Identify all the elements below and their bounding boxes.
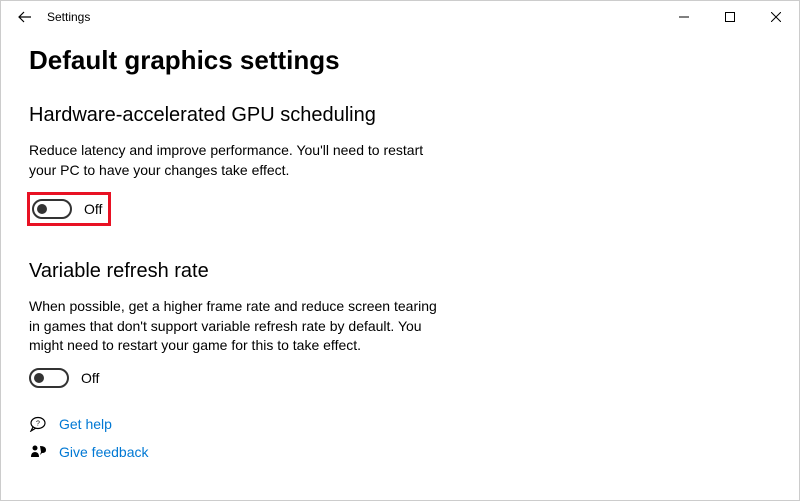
- get-help-link[interactable]: Get help: [59, 416, 112, 432]
- toggle-knob-icon: [34, 373, 44, 383]
- give-feedback-link[interactable]: Give feedback: [59, 444, 149, 460]
- titlebar: Settings: [1, 1, 799, 33]
- minimize-icon: [679, 12, 689, 22]
- page-title: Default graphics settings: [29, 45, 771, 76]
- vrr-heading: Variable refresh rate: [29, 260, 771, 283]
- give-feedback-row: Give feedback: [29, 444, 771, 460]
- vrr-description: When possible, get a higher frame rate a…: [29, 297, 439, 356]
- gpu-scheduling-toggle[interactable]: [32, 199, 72, 219]
- get-help-row: ? Get help: [29, 416, 771, 432]
- close-button[interactable]: [753, 1, 799, 33]
- gpu-scheduling-heading: Hardware-accelerated GPU scheduling: [29, 104, 771, 127]
- help-icon: ?: [29, 416, 47, 432]
- content-area: Default graphics settings Hardware-accel…: [1, 33, 799, 492]
- maximize-icon: [725, 12, 735, 22]
- maximize-button[interactable]: [707, 1, 753, 33]
- gpu-scheduling-toggle-row: Off: [27, 192, 111, 226]
- vrr-toggle-row: Off: [29, 368, 771, 388]
- gpu-scheduling-toggle-label: Off: [84, 201, 102, 217]
- close-icon: [771, 12, 781, 22]
- app-title: Settings: [47, 10, 90, 24]
- vrr-toggle[interactable]: [29, 368, 69, 388]
- minimize-button[interactable]: [661, 1, 707, 33]
- feedback-icon: [29, 444, 47, 460]
- gpu-scheduling-description: Reduce latency and improve performance. …: [29, 141, 439, 180]
- back-button[interactable]: [13, 5, 37, 29]
- vrr-toggle-label: Off: [81, 370, 99, 386]
- arrow-left-icon: [17, 9, 33, 25]
- window-controls: [661, 1, 799, 33]
- svg-text:?: ?: [36, 420, 40, 427]
- toggle-knob-icon: [37, 204, 47, 214]
